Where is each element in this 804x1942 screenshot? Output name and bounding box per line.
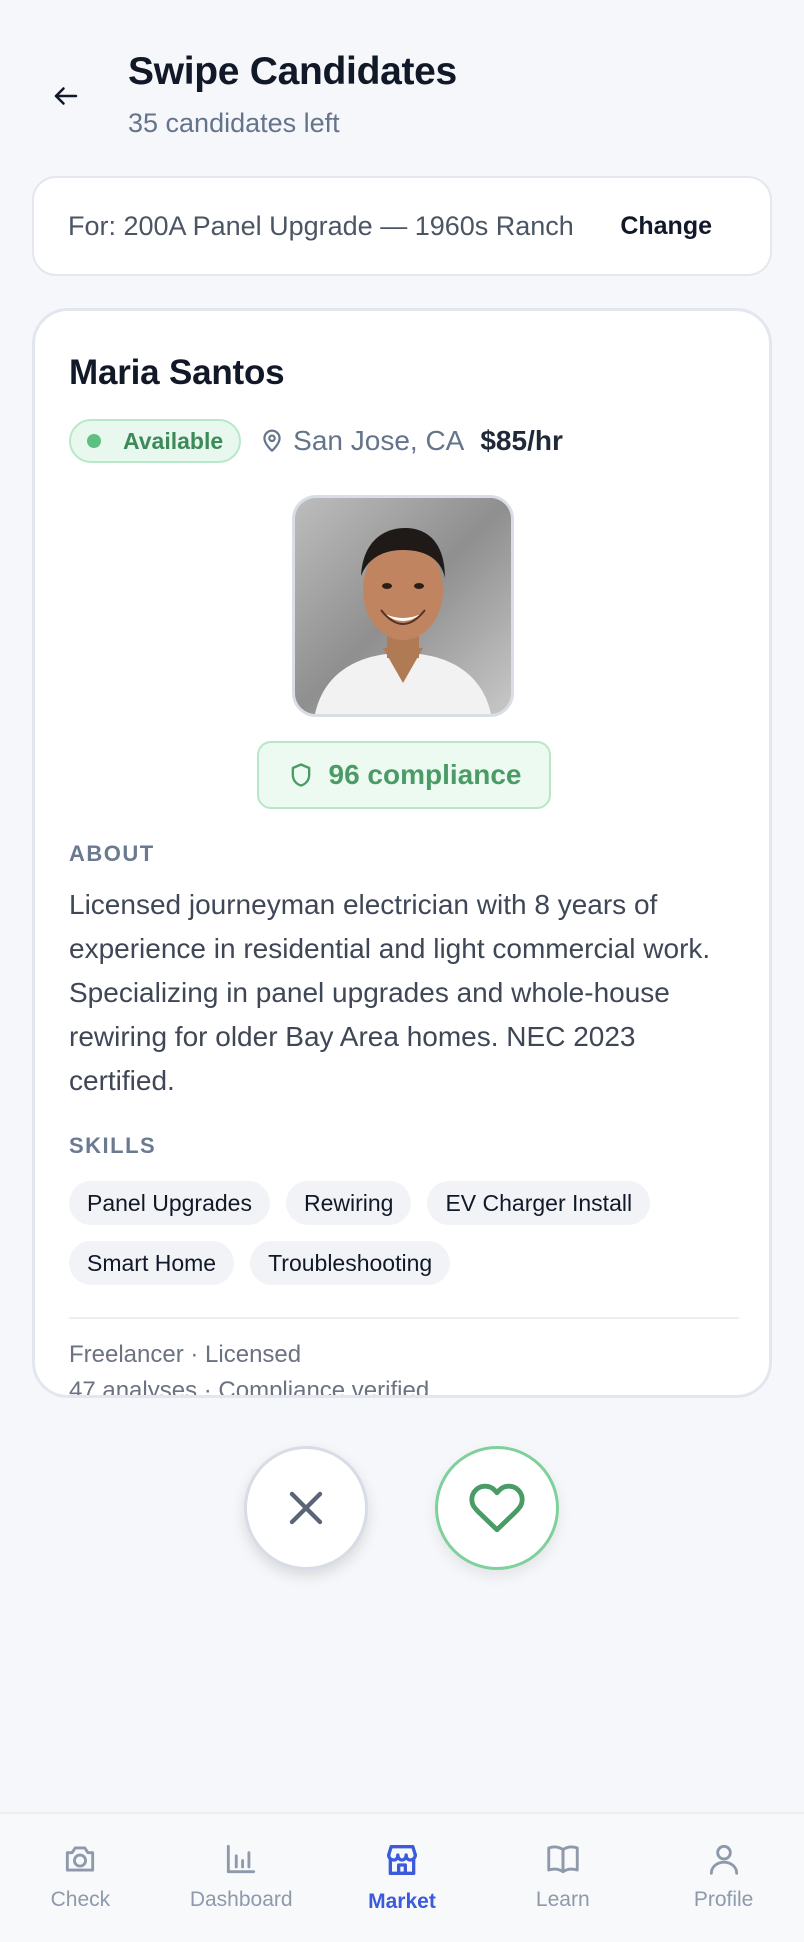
nav-label: Learn [535, 1888, 590, 1911]
status-dot [87, 434, 101, 448]
store-icon [386, 1845, 417, 1875]
avatar-portrait [295, 498, 511, 714]
candidate-card[interactable]: Maria Santos Available San Jose, CA $85/… [32, 308, 772, 1398]
nav-item-profile[interactable]: Profile [654, 1840, 794, 1912]
nav-label: Profile [693, 1888, 754, 1911]
map-pin-icon [263, 429, 281, 452]
arrow-left-icon [54, 87, 78, 105]
location-text: San Jose, CA [293, 425, 465, 456]
skills-heading: SKILLS [69, 1133, 157, 1158]
divider [69, 1317, 739, 1319]
candidate-meta: Available San Jose, CA $85/hr [69, 419, 563, 463]
about-heading: ABOUT [69, 841, 155, 866]
skill-chip: Panel Upgrades [69, 1181, 270, 1225]
reject-button[interactable] [244, 1446, 368, 1570]
like-button[interactable] [435, 1446, 559, 1570]
close-icon [289, 1491, 323, 1525]
user-icon [709, 1844, 738, 1875]
nav-label: Check [50, 1888, 111, 1911]
compliance-score: 96 compliance [328, 759, 522, 790]
skill-chip: Rewiring [285, 1181, 412, 1225]
nav-item-check[interactable]: Check [10, 1840, 150, 1912]
nav-item-dashboard[interactable]: Dashboard [171, 1840, 311, 1912]
skill-chip: Troubleshooting [250, 1241, 451, 1285]
compliance-score-badge: 96 compliance [257, 741, 551, 809]
skill-chip: EV Charger Install [427, 1181, 651, 1225]
candidate-stats: 47 analyses · Compliance verified [69, 1377, 430, 1398]
book-icon [547, 1845, 579, 1874]
header: Swipe Candidates 35 candidates left [0, 0, 804, 170]
nav-label: Dashboard [189, 1888, 293, 1911]
candidate-name: Maria Santos [69, 353, 285, 392]
nav-label: Market [368, 1890, 436, 1913]
bar-chart-icon [227, 1844, 256, 1874]
candidate-type: Freelancer · Licensed [69, 1341, 302, 1368]
candidates-left-count: 35 candidates left [128, 108, 340, 138]
nav-item-market[interactable]: Market [332, 1840, 472, 1914]
job-context-bar: For: 200A Panel Upgrade — 1960s Ranch Ch… [32, 176, 772, 276]
skill-chip: Smart Home [69, 1241, 235, 1285]
change-job-button[interactable]: Change [620, 202, 712, 251]
availability-label: Available [123, 427, 224, 454]
about-text: Licensed journeyman electrician with 8 y… [69, 889, 711, 1096]
skills-list: Panel Upgrades Rewiring EV Charger Insta… [69, 1181, 759, 1285]
hourly-rate: $85/hr [480, 425, 563, 456]
back-button[interactable] [44, 74, 88, 118]
job-context-label: For: 200A Panel Upgrade — 1960s Ranch [68, 210, 574, 241]
availability-badge: Available [69, 419, 242, 463]
candidate-location: San Jose, CA [259, 425, 464, 457]
camera-icon [66, 1846, 95, 1872]
candidate-photo [292, 495, 514, 717]
heart-icon [469, 1483, 525, 1533]
page-title: Swipe Candidates [128, 50, 457, 93]
nav-item-learn[interactable]: Learn [493, 1840, 633, 1912]
shield-icon [291, 763, 310, 787]
bottom-nav: Check Dashboard Market Learn Profile [0, 1812, 804, 1942]
